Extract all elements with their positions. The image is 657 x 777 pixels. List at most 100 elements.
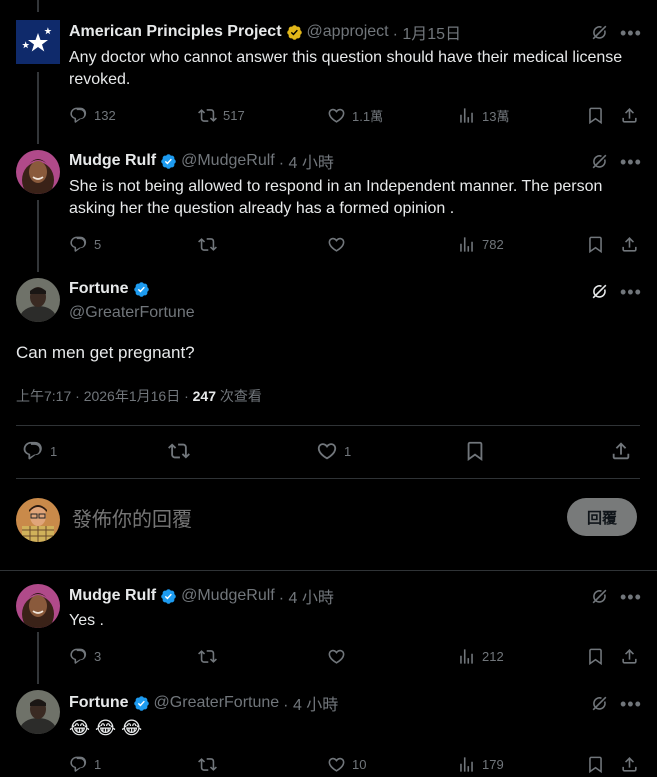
avatar[interactable] (16, 584, 60, 628)
verified-gold-badge-icon (286, 24, 303, 41)
views-icon (457, 106, 476, 125)
more-options-icon[interactable]: ••• (620, 588, 642, 606)
share-icon (620, 106, 639, 125)
author-handle[interactable]: @GreaterFortune (154, 694, 280, 712)
like-button[interactable]: 10 (327, 753, 366, 775)
share-button[interactable] (620, 233, 639, 255)
views-button[interactable]: 179 (457, 753, 504, 775)
reply-tweet-fortune[interactable]: Fortune @GreaterFortune · 4 小時 ••• 😂 😂 😂… (0, 682, 657, 777)
views-button[interactable]: 212 (457, 645, 504, 667)
reply-submit-label: 回覆 (586, 509, 617, 527)
current-user-avatar[interactable] (16, 498, 60, 542)
bookmark-button[interactable] (464, 440, 486, 462)
view-count: 179 (482, 756, 504, 772)
retweet-button[interactable] (198, 753, 217, 775)
share-button[interactable] (620, 645, 639, 667)
grok-icon[interactable] (588, 585, 610, 607)
reply-submit-button[interactable]: 回覆 (567, 498, 637, 536)
more-options-icon[interactable]: ••• (620, 283, 642, 301)
author-handle[interactable]: @MudgeRulf (181, 152, 275, 170)
view-count: 782 (482, 236, 504, 252)
author-name[interactable]: Fortune (69, 694, 129, 712)
bookmark-button[interactable] (586, 753, 605, 775)
author-handle[interactable]: @GreaterFortune (69, 304, 195, 322)
tweet-mudge-rulf[interactable]: Mudge Rulf @MudgeRulf · 4 小時 ••• She is … (0, 140, 657, 268)
reply-count: 3 (94, 648, 102, 664)
verified-badge-icon (133, 281, 150, 298)
divider (16, 425, 640, 426)
bookmark-button[interactable] (586, 233, 605, 255)
like-button[interactable]: 1.1萬 (327, 104, 383, 126)
like-icon (327, 647, 346, 666)
like-button[interactable] (327, 645, 346, 667)
like-button[interactable]: 1 (316, 440, 351, 462)
retweet-icon (168, 440, 190, 462)
bookmark-icon (586, 755, 605, 774)
more-options-icon[interactable]: ••• (620, 695, 642, 713)
tweet-time[interactable]: · 1月15日 (393, 20, 461, 44)
avatar[interactable] (16, 690, 60, 734)
like-icon (327, 755, 346, 774)
share-button[interactable] (620, 753, 639, 775)
reply-button[interactable]: 1 (22, 440, 57, 462)
retweet-button[interactable]: 517 (198, 104, 245, 126)
author-name[interactable]: American Principles Project (69, 23, 282, 41)
reply-count: 5 (94, 236, 102, 252)
retweet-icon (198, 647, 217, 666)
reply-icon (69, 235, 88, 254)
retweet-button[interactable] (198, 233, 217, 255)
share-icon (620, 755, 639, 774)
share-button[interactable] (610, 440, 632, 462)
timestamp-text[interactable]: 上午7:17 · 2026年1月16日 · (16, 388, 193, 404)
grok-icon[interactable] (588, 150, 610, 172)
grok-icon[interactable] (588, 692, 610, 714)
retweet-button[interactable] (198, 645, 217, 667)
like-button[interactable] (327, 233, 346, 255)
author-handle[interactable]: @approject (307, 23, 389, 41)
reply-button[interactable]: 132 (69, 104, 116, 126)
tweet-time[interactable]: · 4 小時 (279, 149, 334, 173)
retweet-button[interactable] (168, 440, 190, 462)
tweet-text: She is not being allowed to respond in a… (69, 178, 603, 217)
tweet-text: Any doctor who cannot answer this questi… (69, 49, 623, 88)
like-icon (327, 106, 346, 125)
tweet-timestamp: 上午7:17 · 2026年1月16日 · 247 次查看 (16, 386, 262, 406)
reply-input[interactable] (72, 502, 552, 536)
views-icon (457, 235, 476, 254)
views-button[interactable]: 782 (457, 233, 504, 255)
avatar[interactable] (16, 150, 60, 194)
tweet-american-principles[interactable]: American Principles Project @approject ·… (0, 0, 657, 140)
grok-icon[interactable] (588, 280, 610, 302)
author-name[interactable]: Mudge Rulf (69, 587, 156, 605)
retweet-icon (198, 755, 217, 774)
more-options-icon[interactable]: ••• (620, 24, 642, 42)
views-button[interactable]: 13萬 (457, 104, 509, 126)
reply-button[interactable]: 1 (69, 753, 101, 775)
like-count: 10 (352, 756, 367, 772)
avatar[interactable] (16, 20, 60, 64)
reply-count: 1 (50, 443, 58, 459)
tweet-time[interactable]: · 4 小時 (279, 584, 334, 608)
verified-badge-icon (133, 695, 150, 712)
views-label: 次查看 (216, 388, 262, 404)
bookmark-icon (586, 235, 605, 254)
avatar[interactable] (16, 278, 60, 322)
tweet-time[interactable]: · 4 小時 (283, 691, 338, 715)
author-name[interactable]: Mudge Rulf (69, 152, 156, 170)
reply-tweet-mudge-rulf[interactable]: Mudge Rulf @MudgeRulf · 4 小時 ••• Yes . 3… (0, 574, 657, 682)
bookmark-button[interactable] (586, 645, 605, 667)
share-button[interactable] (620, 104, 639, 126)
author-handle[interactable]: @MudgeRulf (181, 587, 275, 605)
more-options-icon[interactable]: ••• (620, 153, 642, 171)
share-icon (620, 235, 639, 254)
tweet-text: 😂 😂 😂 (69, 718, 143, 738)
focused-tweet: Fortune @GreaterFortune ••• Can men get … (0, 268, 657, 488)
retweet-count: 517 (223, 107, 245, 123)
reply-icon (69, 647, 88, 666)
author-name[interactable]: Fortune (69, 280, 129, 298)
divider (16, 478, 640, 479)
reply-button[interactable]: 5 (69, 233, 101, 255)
bookmark-button[interactable] (586, 104, 605, 126)
grok-icon[interactable] (588, 21, 610, 43)
reply-button[interactable]: 3 (69, 645, 101, 667)
